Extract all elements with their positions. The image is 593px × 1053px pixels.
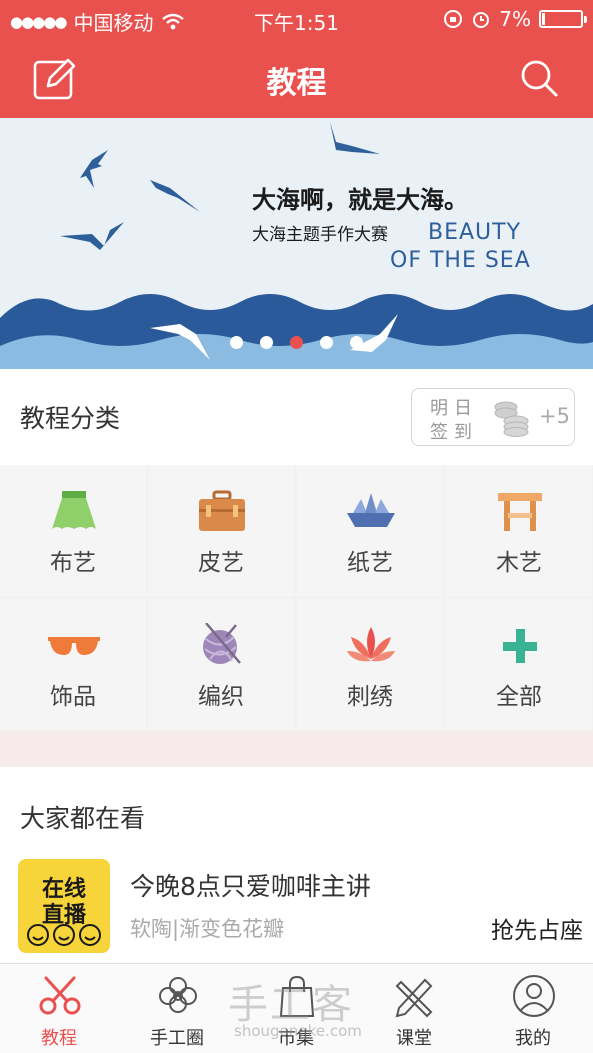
carousel-dot[interactable] [290,336,303,349]
yarn-ball-icon [203,623,241,664]
section-divider [0,731,593,767]
checkin-line2: 签到 [430,422,478,443]
briefcase-icon [199,490,245,531]
checkin-button[interactable]: 明日 签到 +5 [411,388,575,446]
tab-label: 手工圈 [150,1028,204,1049]
tab-classroom[interactable]: 课堂 [355,964,473,1053]
skirt-icon [52,491,96,529]
checkin-bonus: +5 [539,404,570,428]
shopping-bag-icon [279,975,315,1017]
tab-label: 市集 [278,1028,314,1049]
paper-boat-icon [347,493,395,527]
status-bar: ●●●●● 中国移动 下午1:51 7% [0,0,593,38]
tab-label: 教程 [41,1028,77,1049]
category-header: 教程分类 明日 签到 +5 [0,369,593,465]
banner-headline: 大海啊，就是大海。 [252,186,468,214]
popular-title: 大家都在看 [20,804,146,833]
plus-icon [503,629,537,663]
battery-percent: 7% [499,7,531,31]
live-thumbnail[interactable]: 在线 直播 [18,859,110,953]
tab-circle[interactable]: 手工圈 [118,964,236,1053]
promo-banner[interactable]: 大海啊，就是大海。 大海主题手作大赛 BEAUTY OF THE SEA [0,118,593,369]
category-label: 编织 [198,684,244,710]
category-label: 皮艺 [198,550,244,576]
reserve-seat-button[interactable]: 抢先占座 [491,911,583,945]
category-paper[interactable]: 纸艺 [297,465,443,596]
page-title: 教程 [266,66,327,101]
battery-icon [539,10,587,28]
carousel-dot[interactable] [260,336,273,349]
category-embroidery[interactable]: 刺绣 [297,599,443,730]
pencil-ruler-icon [395,978,433,1018]
battery-level [542,13,545,25]
tab-label: 我的 [515,1028,551,1049]
lotus-icon [347,627,395,662]
tab-market[interactable]: 市集 [237,964,355,1053]
category-label: 全部 [496,684,542,710]
category-wood[interactable]: 木艺 [446,465,592,596]
tab-bar: 教程 手工圈 市集 课堂 我的 [0,963,593,1053]
category-fabric[interactable]: 布艺 [0,465,146,596]
carousel-dots[interactable] [0,336,593,349]
category-label: 布艺 [50,550,96,576]
carousel-dot[interactable] [350,336,363,349]
coins-icon [494,401,529,437]
popular-section: 大家都在看 在线 直播 今晚8点只爱咖啡主讲 软陶|渐变色花瓣 抢先占座 [0,767,593,963]
flower-icon [159,977,197,1013]
live-subtitle: 软陶|渐变色花瓣 [130,917,285,941]
scissors-icon [39,976,81,1015]
category-label: 饰品 [50,684,96,710]
carousel-dot[interactable] [230,336,243,349]
category-all[interactable]: 全部 [446,599,592,730]
category-knitting[interactable]: 编织 [148,599,294,730]
tab-mine[interactable]: 我的 [474,964,592,1053]
alarm-icon [473,12,490,28]
banner-english-line1: BEAUTY [428,220,522,245]
category-label: 纸艺 [347,550,393,576]
checkin-line1: 明日 [430,398,478,419]
category-title: 教程分类 [20,404,121,433]
live-title[interactable]: 今晚8点只爱咖啡主讲 [130,867,371,903]
category-grid: 布艺 皮艺 纸艺 木艺 饰品 编织 刺绣 全部 [0,465,593,731]
rotation-lock-icon [444,10,463,28]
category-label: 刺绣 [347,684,393,710]
sunglasses-icon [48,637,100,655]
search-icon[interactable] [519,58,559,98]
smiley-faces-icon [27,924,101,946]
tab-label: 课堂 [396,1028,432,1049]
banner-subtitle: 大海主题手作大赛 [252,225,388,245]
carousel-dot[interactable] [320,336,333,349]
nav-bar: 教程 [0,38,593,118]
user-icon [513,975,555,1017]
category-label: 木艺 [496,550,542,576]
stool-icon [498,493,542,531]
category-leather[interactable]: 皮艺 [148,465,294,596]
tab-tutorials[interactable]: 教程 [0,964,118,1053]
category-accessories[interactable]: 饰品 [0,599,146,730]
banner-english-line2: OF THE SEA [390,248,531,273]
